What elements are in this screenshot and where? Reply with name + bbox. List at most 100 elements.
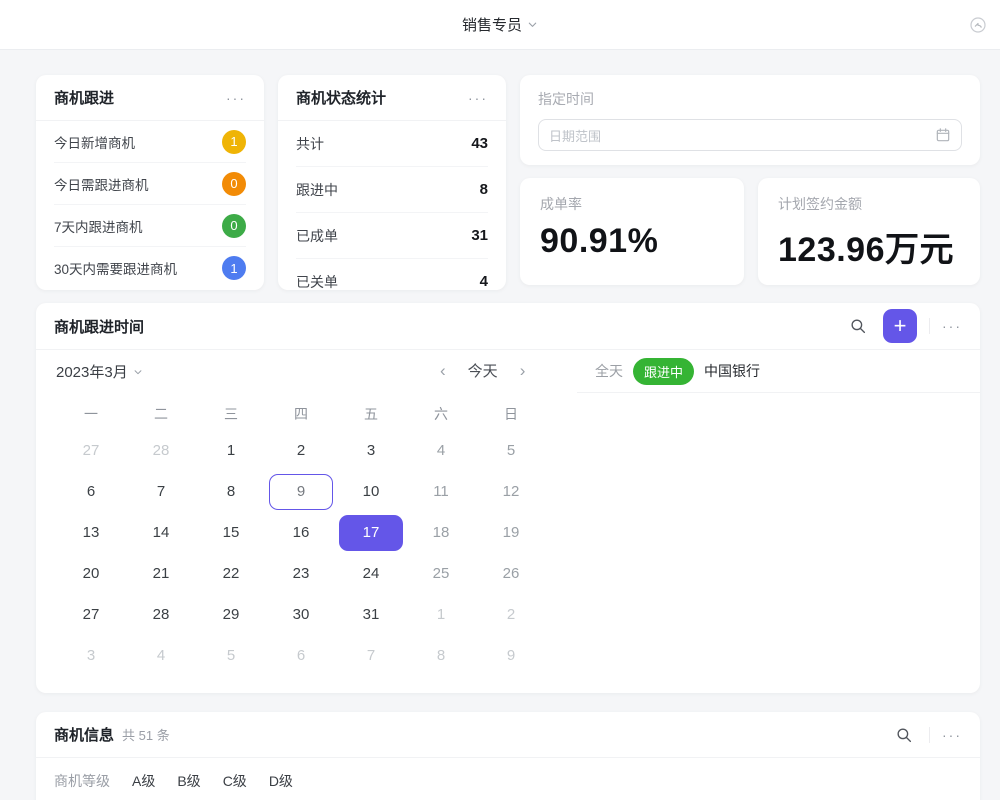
grade-filter-option[interactable]: D级 xyxy=(269,771,293,791)
today-button[interactable]: 今天 xyxy=(468,360,498,381)
calendar-day-number: 20 xyxy=(59,556,123,592)
count-badge: 1 xyxy=(222,256,246,280)
grade-filter-option[interactable]: B级 xyxy=(177,771,200,791)
calendar-day-cell[interactable]: 2 xyxy=(476,594,546,635)
list-item-label: 今日新增商机 xyxy=(54,132,135,152)
status-row-value: 31 xyxy=(471,227,488,244)
followup-time-header: 商机跟进时间 + ··· xyxy=(36,303,980,350)
calendar-day-cell[interactable]: 29 xyxy=(196,594,266,635)
calendar-day-cell[interactable]: 3 xyxy=(56,635,126,676)
list-item[interactable]: 7天内跟进商机0 xyxy=(54,205,246,247)
weekday-label: 三 xyxy=(196,398,266,430)
calendar-day-number: 1 xyxy=(409,597,473,633)
calendar-day-cell[interactable]: 11 xyxy=(406,471,476,512)
calendar-day-number: 21 xyxy=(129,556,193,592)
list-item[interactable]: 今日新增商机1 xyxy=(54,121,246,163)
role-switcher[interactable]: 销售专员 xyxy=(462,14,538,35)
calendar-day-cell[interactable]: 18 xyxy=(406,512,476,553)
prev-month-button[interactable]: ‹ xyxy=(440,362,446,379)
list-item-label: 今日需跟进商机 xyxy=(54,174,149,194)
more-icon[interactable]: ··· xyxy=(468,90,488,106)
calendar-day-cell[interactable]: 27 xyxy=(56,594,126,635)
calendar-day-cell[interactable]: 7 xyxy=(126,471,196,512)
next-month-button[interactable]: › xyxy=(520,362,526,379)
weekday-label: 四 xyxy=(266,398,336,430)
list-item[interactable]: 今日需跟进商机0 xyxy=(54,163,246,205)
calendar-day-cell[interactable]: 17 xyxy=(336,512,406,553)
calendar-day-cell[interactable]: 28 xyxy=(126,594,196,635)
list-item[interactable]: 30天内需要跟进商机1 xyxy=(54,247,246,289)
calendar-day-cell[interactable]: 4 xyxy=(406,430,476,471)
event-status-badge[interactable]: 跟进中 xyxy=(633,358,694,385)
calendar-day-cell[interactable]: 19 xyxy=(476,512,546,553)
status-card-title: 商机状态统计 xyxy=(296,87,386,108)
planned-amount-label: 计划签约金额 xyxy=(778,194,960,214)
grade-filter-option[interactable]: A级 xyxy=(132,771,155,791)
calendar-day-cell[interactable]: 5 xyxy=(476,430,546,471)
calendar-day-cell[interactable]: 26 xyxy=(476,553,546,594)
calendar-day-cell[interactable]: 14 xyxy=(126,512,196,553)
calendar-day-cell[interactable]: 1 xyxy=(196,430,266,471)
deal-rate-value: 90.91% xyxy=(540,222,724,261)
search-icon[interactable] xyxy=(891,722,917,748)
calendar-day-cell[interactable]: 5 xyxy=(196,635,266,676)
calendar-day-cell[interactable]: 16 xyxy=(266,512,336,553)
grade-filter-label: 商机等级 xyxy=(54,771,110,791)
status-row-value: 8 xyxy=(480,181,488,198)
calendar-day-cell[interactable]: 21 xyxy=(126,553,196,594)
status-row-value: 43 xyxy=(471,135,488,152)
calendar-day-cell[interactable]: 31 xyxy=(336,594,406,635)
share-arrow-icon[interactable] xyxy=(969,16,987,34)
add-event-button[interactable]: + xyxy=(883,309,917,343)
allday-event-row: 全天 跟进中 中国银行 xyxy=(577,350,980,393)
event-title[interactable]: 中国银行 xyxy=(704,361,760,381)
allday-label: 全天 xyxy=(595,361,623,381)
calendar-day-number: 3 xyxy=(59,638,123,674)
calendar-day-cell[interactable]: 4 xyxy=(126,635,196,676)
more-icon[interactable]: ··· xyxy=(942,318,962,334)
calendar-day-number: 22 xyxy=(199,556,263,592)
followup-card: 商机跟进 ··· 今日新增商机1今日需跟进商机07天内跟进商机030天内需要跟进… xyxy=(36,75,264,290)
calendar-day-cell[interactable]: 13 xyxy=(56,512,126,553)
calendar-day-cell[interactable]: 6 xyxy=(266,635,336,676)
calendar-day-cell[interactable]: 10 xyxy=(336,471,406,512)
more-icon[interactable]: ··· xyxy=(226,90,246,106)
calendar-day-cell[interactable]: 30 xyxy=(266,594,336,635)
calendar-grid: 一二三四五六日 27281234567891011121314151617181… xyxy=(56,398,556,676)
calendar-day-cell[interactable]: 28 xyxy=(126,430,196,471)
calendar-day-cell[interactable]: 2 xyxy=(266,430,336,471)
calendar-day-cell[interactable]: 1 xyxy=(406,594,476,635)
calendar-day-cell[interactable]: 24 xyxy=(336,553,406,594)
calendar-day-cell[interactable]: 9 xyxy=(476,635,546,676)
calendar-day-cell[interactable]: 12 xyxy=(476,471,546,512)
calendar-day-cell[interactable]: 3 xyxy=(336,430,406,471)
calendar-day-number: 28 xyxy=(129,597,193,633)
calendar-week-row: 272812345 xyxy=(56,430,556,471)
month-selector[interactable]: 2023年3月 xyxy=(56,361,143,382)
calendar-day-cell[interactable]: 8 xyxy=(196,471,266,512)
followup-card-title: 商机跟进 xyxy=(54,87,114,108)
calendar-day-number: 6 xyxy=(269,638,333,674)
search-icon[interactable] xyxy=(845,313,871,339)
date-range-input[interactable]: 日期范围 xyxy=(538,119,962,151)
status-row-label: 已成单 xyxy=(296,226,338,246)
calendar-day-cell[interactable]: 7 xyxy=(336,635,406,676)
calendar-day-cell[interactable]: 6 xyxy=(56,471,126,512)
calendar-day-cell[interactable]: 23 xyxy=(266,553,336,594)
calendar-day-cell[interactable]: 15 xyxy=(196,512,266,553)
calendar-day-cell[interactable]: 27 xyxy=(56,430,126,471)
chevron-down-icon xyxy=(527,19,538,30)
calendar-day-cell[interactable]: 20 xyxy=(56,553,126,594)
status-row-label: 跟进中 xyxy=(296,180,338,200)
status-row-label: 共计 xyxy=(296,134,324,154)
grade-filter-option[interactable]: C级 xyxy=(223,771,247,791)
calendar-day-cell[interactable]: 25 xyxy=(406,553,476,594)
calendar-day-cell[interactable]: 22 xyxy=(196,553,266,594)
calendar-day-number: 16 xyxy=(269,515,333,551)
followup-time-title: 商机跟进时间 xyxy=(54,316,144,337)
calendar-day-cell[interactable]: 9 xyxy=(266,471,336,512)
calendar-day-number: 24 xyxy=(339,556,403,592)
calendar-day-cell[interactable]: 8 xyxy=(406,635,476,676)
calendar-nav: ‹ 今天 › xyxy=(440,360,525,381)
more-icon[interactable]: ··· xyxy=(942,727,962,743)
